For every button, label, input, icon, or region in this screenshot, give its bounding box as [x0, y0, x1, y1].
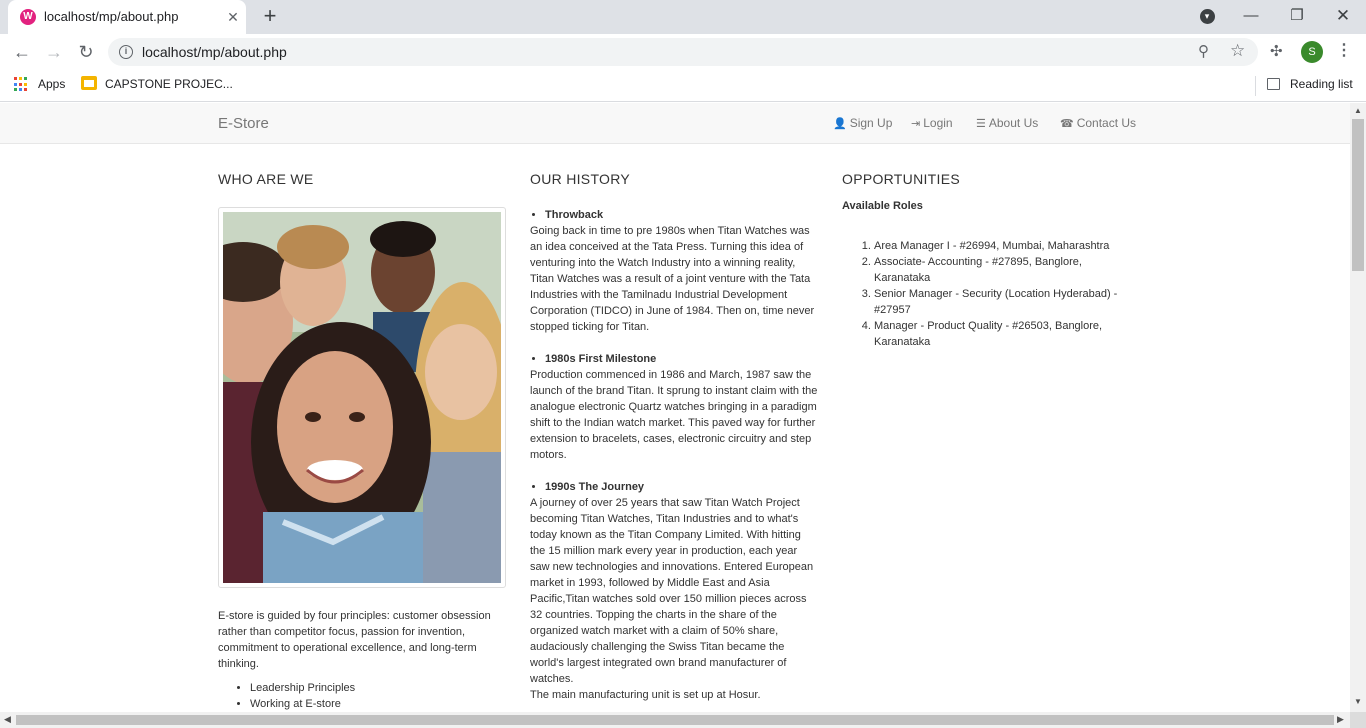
- history-item-body: Going back in time to pre 1980s when Tit…: [530, 225, 815, 333]
- new-tab-button[interactable]: +: [258, 4, 282, 28]
- history-item: 1990s The Journey A journey of over 25 y…: [530, 479, 820, 703]
- group-people-image: [223, 212, 501, 583]
- folder-icon[interactable]: [81, 76, 97, 90]
- list-item[interactable]: Leadership Principles: [250, 680, 508, 696]
- apps-grid-icon[interactable]: [14, 77, 29, 92]
- profile-avatar[interactable]: S: [1301, 41, 1323, 63]
- history-item: 1980s First Milestone Production commenc…: [530, 351, 820, 463]
- scroll-down-icon[interactable]: ▼: [1354, 697, 1362, 706]
- list-item[interactable]: Manager - Product Quality - #26503, Bang…: [874, 318, 1128, 350]
- horizontal-scrollbar[interactable]: ◀ ▶: [0, 712, 1350, 728]
- nav-signup-label: Sign Up: [849, 116, 893, 130]
- browser-toolbar: ← → ↻ i localhost/mp/about.php ⚲ ☆ ✣ S ⋮: [0, 34, 1366, 70]
- roles-heading: Available Roles: [842, 200, 923, 212]
- history-heading: OUR HISTORY: [530, 171, 631, 187]
- bookmark-capstone[interactable]: CAPSTONE PROJEC...: [105, 77, 233, 91]
- opportunities-section: OPPORTUNITIES Available Roles Area Manag…: [842, 144, 1132, 350]
- user-icon: 👤: [833, 118, 847, 130]
- who-description: E-store is guided by four principles: cu…: [218, 610, 491, 670]
- bookmarks-bar: Apps CAPSTONE PROJEC... Reading list: [0, 70, 1366, 102]
- history-item: Throwback Going back in time to pre 1980…: [530, 207, 820, 335]
- who-heading: WHO ARE WE: [218, 171, 314, 187]
- minimize-button[interactable]: —: [1239, 4, 1263, 28]
- opportunities-heading: OPPORTUNITIES: [842, 171, 960, 187]
- chevron-down-icon: ▾: [1199, 8, 1215, 24]
- scroll-up-icon[interactable]: ▲: [1354, 106, 1362, 115]
- scroll-left-icon[interactable]: ◀: [4, 714, 11, 725]
- list-item[interactable]: Associate- Accounting - #27895, Banglore…: [874, 254, 1128, 286]
- forward-button[interactable]: →: [42, 40, 66, 64]
- zoom-icon[interactable]: ⚲: [1198, 42, 1209, 60]
- close-window-button[interactable]: ✕: [1331, 4, 1355, 28]
- scrollbar-corner: [1350, 712, 1366, 728]
- roles-list: Area Manager I - #26994, Mumbai, Maharas…: [842, 238, 1128, 350]
- site-brand[interactable]: E-Store: [218, 115, 269, 132]
- wamp-favicon-icon: W: [20, 9, 36, 25]
- nav-contact-label: Contact Us: [1076, 116, 1137, 130]
- more-menu-icon[interactable]: ⋮: [1336, 40, 1352, 60]
- bookmark-star-icon[interactable]: ☆: [1230, 41, 1245, 61]
- address-bar[interactable]: i localhost/mp/about.php ⚲ ☆: [108, 38, 1258, 66]
- nav-about-label: About Us: [988, 116, 1039, 130]
- who-are-we-section: WHO ARE WE E-store is guided by four pri…: [218, 144, 508, 712]
- browser-tab-strip: W localhost/mp/about.php ✕ + ▾ — ❐ ✕: [0, 0, 1366, 34]
- horizontal-scroll-thumb[interactable]: [16, 715, 1334, 725]
- history-item-title: Throwback: [545, 209, 604, 221]
- close-tab-icon[interactable]: ✕: [224, 8, 242, 26]
- tab-title: localhost/mp/about.php: [44, 9, 179, 24]
- site-navbar: E-Store 👤 Sign Up ⇥ Login ☰ About Us ☎ Conta…: [0, 103, 1350, 144]
- list-item[interactable]: Area Manager I - #26994, Mumbai, Maharas…: [874, 238, 1128, 254]
- who-links-list: Leadership Principles Working at E-store: [218, 680, 508, 712]
- list-item[interactable]: Working at E-store: [250, 696, 508, 712]
- phone-icon: ☎: [1060, 118, 1074, 130]
- reload-button[interactable]: ↻: [74, 40, 98, 64]
- nav-about-link[interactable]: ☰ About Us: [976, 116, 1038, 130]
- our-history-section: OUR HISTORY Throwback Going back in time…: [530, 144, 820, 712]
- site-info-icon[interactable]: i: [119, 45, 133, 59]
- history-item-body: A journey of over 25 years that saw Tita…: [530, 497, 814, 685]
- url-text[interactable]: localhost/mp/about.php: [142, 44, 287, 60]
- bookmark-apps[interactable]: Apps: [38, 77, 65, 91]
- history-item-title: 1980s First Milestone: [545, 353, 657, 365]
- login-icon: ⇥: [911, 118, 921, 130]
- reading-list-button[interactable]: Reading list: [1290, 77, 1353, 91]
- team-photo: [223, 212, 501, 583]
- back-button[interactable]: ←: [10, 40, 34, 64]
- history-item-extra: The main manufacturing unit is set up at…: [530, 689, 761, 701]
- tab-search-button[interactable]: ▾: [1195, 4, 1219, 28]
- restore-button[interactable]: ❐: [1285, 4, 1309, 28]
- nav-login-label: Login: [923, 116, 953, 130]
- browser-tab[interactable]: W localhost/mp/about.php ✕: [8, 0, 246, 34]
- scroll-right-icon[interactable]: ▶: [1337, 714, 1344, 725]
- history-item-title: 1990s The Journey: [545, 481, 645, 493]
- list-item[interactable]: Senior Manager - Security (Location Hyde…: [874, 286, 1128, 318]
- extensions-puzzle-icon[interactable]: ✣: [1270, 42, 1283, 60]
- bookmark-separator: [1255, 76, 1256, 96]
- reading-list-icon[interactable]: [1267, 78, 1280, 90]
- nav-contact-link[interactable]: ☎ Contact Us: [1060, 116, 1136, 130]
- page-viewport: E-Store 👤 Sign Up ⇥ Login ☰ About Us ☎ Conta…: [0, 103, 1350, 712]
- vertical-scroll-thumb[interactable]: [1352, 119, 1364, 271]
- team-photo-frame: [218, 207, 506, 588]
- list-icon: ☰: [976, 118, 986, 130]
- vertical-scrollbar[interactable]: ▲ ▼: [1350, 103, 1366, 712]
- nav-login-link[interactable]: ⇥ Login: [911, 116, 953, 130]
- nav-signup-link[interactable]: 👤 Sign Up: [833, 116, 892, 130]
- history-item-body: Production commenced in 1986 and March, …: [530, 369, 818, 461]
